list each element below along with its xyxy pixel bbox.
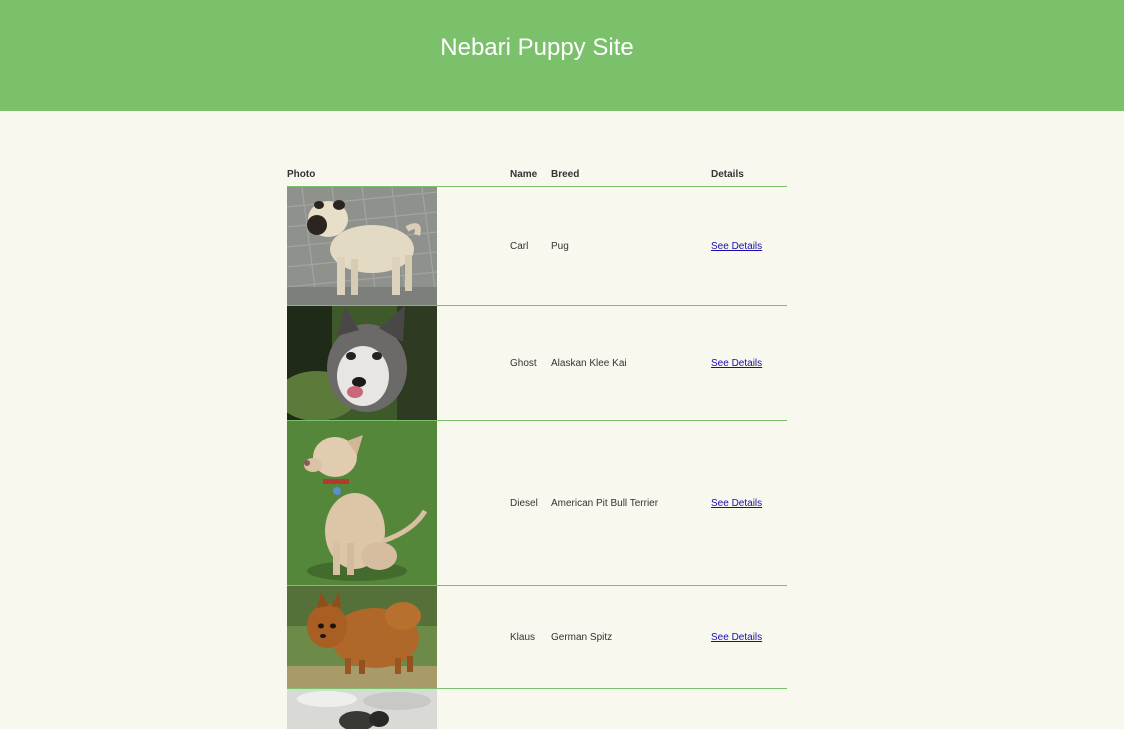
details-cell: See Details (711, 421, 787, 586)
details-cell (711, 689, 787, 729)
photo-cell (287, 306, 510, 421)
table-row (287, 689, 787, 729)
puppy-table: Photo Name Breed Details (287, 162, 787, 729)
spitz-photo (287, 586, 437, 688)
dog-breed: German Spitz (551, 586, 711, 689)
details-cell: See Details (711, 306, 787, 421)
puppy-table-container: Photo Name Breed Details (287, 162, 787, 729)
column-header-details: Details (711, 162, 787, 187)
site-title: Nebari Puppy Site (0, 33, 1074, 63)
site-header: Nebari Puppy Site (0, 0, 1124, 111)
see-details-link[interactable]: See Details (711, 498, 762, 509)
table-row: Diesel American Pit Bull Terrier See Det… (287, 421, 787, 586)
table-row: Ghost Alaskan Klee Kai See Details (287, 306, 787, 421)
column-header-name: Name (510, 162, 551, 187)
table-row: Carl Pug See Details (287, 187, 787, 306)
dog-in-snow-photo (287, 689, 437, 729)
dog-name: Klaus (510, 586, 551, 689)
photo-cell (287, 586, 510, 689)
see-details-link[interactable]: See Details (711, 358, 762, 369)
column-header-photo: Photo (287, 162, 510, 187)
details-cell: See Details (711, 187, 787, 306)
dog-name: Carl (510, 187, 551, 306)
column-header-breed: Breed (551, 162, 711, 187)
table-header-row: Photo Name Breed Details (287, 162, 787, 187)
dog-name (510, 689, 551, 729)
photo-cell (287, 689, 510, 729)
details-cell: See Details (711, 586, 787, 689)
see-details-link[interactable]: See Details (711, 632, 762, 643)
dog-breed: American Pit Bull Terrier (551, 421, 711, 586)
dog-breed: Alaskan Klee Kai (551, 306, 711, 421)
dog-name: Ghost (510, 306, 551, 421)
pitbull-photo (287, 421, 437, 585)
husky-photo (287, 306, 437, 420)
see-details-link[interactable]: See Details (711, 241, 762, 252)
photo-cell (287, 187, 510, 306)
dog-breed: Pug (551, 187, 711, 306)
photo-cell (287, 421, 510, 586)
dog-name: Diesel (510, 421, 551, 586)
table-row: Klaus German Spitz See Details (287, 586, 787, 689)
pug-photo (287, 187, 437, 305)
dog-breed (551, 689, 711, 729)
